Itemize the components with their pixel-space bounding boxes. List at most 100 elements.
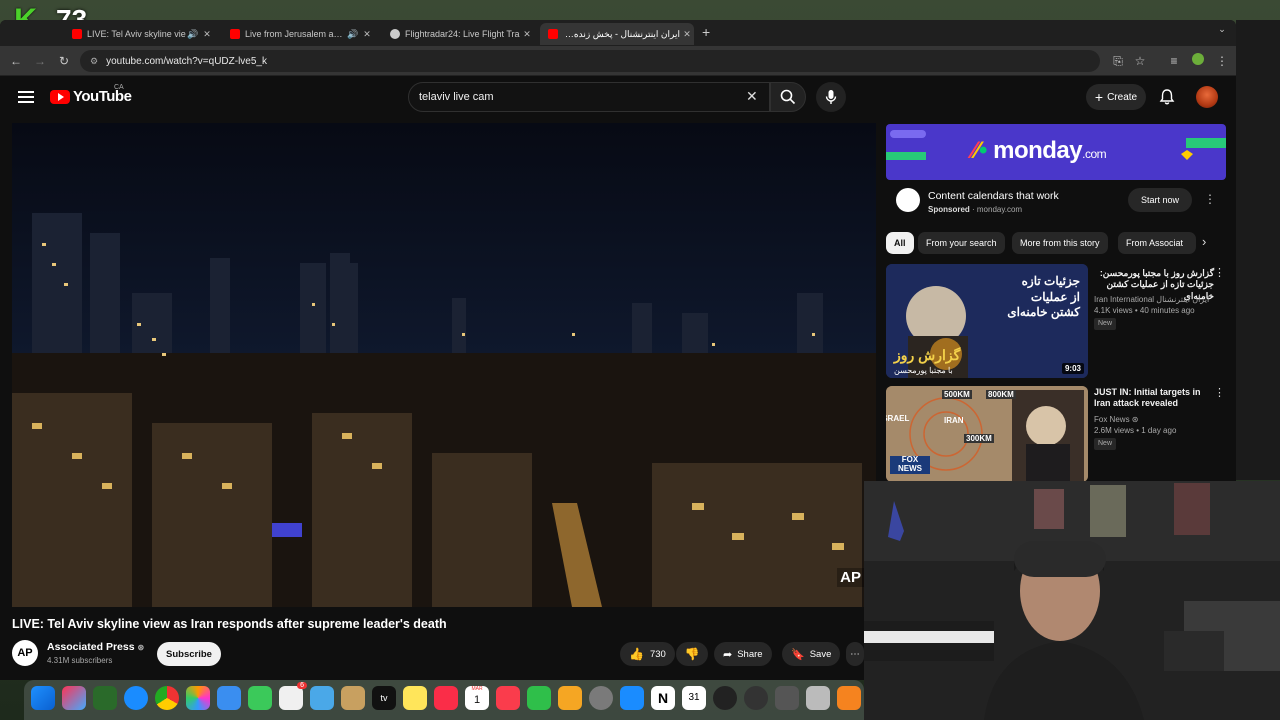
recommendation-more-icon[interactable]: ⋮ — [1214, 386, 1225, 399]
recommendation-channel[interactable]: Iran International ایران اینترنشنال — [1094, 294, 1209, 305]
ad-sponsored-label: Sponsored — [928, 205, 970, 214]
script-app-icon[interactable] — [341, 686, 365, 710]
recommendation-more-icon[interactable]: ⋮ — [1214, 266, 1225, 279]
share-button[interactable]: ➦ Share — [714, 642, 772, 666]
app-store-icon[interactable] — [620, 686, 644, 710]
notes-icon[interactable] — [403, 686, 427, 710]
share-icon: ➦ — [723, 648, 733, 661]
apple-tv-icon[interactable]: tv — [372, 686, 396, 710]
forward-icon[interactable]: → — [32, 53, 48, 69]
channel-avatar[interactable]: AP — [12, 640, 38, 666]
youtube-header: YouTube CA telaviv live cam ✕ + Create — [0, 76, 1236, 120]
recommendation-channel[interactable]: Fox News ⊛ — [1094, 414, 1176, 425]
tab-search-icon[interactable]: ⌄ — [1214, 24, 1230, 40]
speaker-icon[interactable]: 🔊 — [346, 29, 360, 40]
like-button[interactable]: 👍 730 — [620, 642, 675, 666]
recommendation-thumbnail[interactable]: جزئیات تازه از عملیات کشتن خامنه‌ای گزار… — [886, 264, 1088, 378]
recommendation-thumbnail[interactable]: 500KM 800KM IRAN 300KM ISRAEL FOX NEWS — [886, 386, 1088, 482]
search-input[interactable]: telaviv live cam — [408, 82, 770, 112]
chip-all[interactable]: All — [886, 232, 914, 254]
media-controls-icon[interactable]: ≡ — [1166, 53, 1182, 69]
thumbnail-label: 300KM — [964, 434, 994, 443]
close-tab-icon[interactable]: ✕ — [520, 29, 534, 40]
disk-utility-icon[interactable] — [806, 686, 830, 710]
chip-from-associated[interactable]: From Associat — [1118, 232, 1196, 254]
mail-icon[interactable] — [217, 686, 241, 710]
site-info-icon[interactable]: ⚙ — [90, 56, 98, 67]
reload-icon[interactable]: ↻ — [56, 53, 72, 69]
video-player[interactable]: AP — [12, 123, 876, 607]
ad-advertiser-logo[interactable] — [896, 188, 920, 212]
hamburger-menu-icon[interactable] — [18, 88, 34, 104]
channel-name[interactable]: Associated Press ⊛ — [47, 641, 144, 653]
recommendation-title[interactable]: JUST IN: Initial targets in Iran attack … — [1094, 387, 1214, 410]
notion-icon[interactable]: N — [651, 686, 675, 710]
back-icon[interactable]: ← — [8, 53, 24, 69]
clear-search-icon[interactable]: ✕ — [746, 88, 758, 105]
system-settings-icon[interactable] — [589, 686, 613, 710]
calendar-icon[interactable]: MAR 1 — [465, 686, 489, 710]
url-omnibox[interactable]: ⚙ youtube.com/watch?v=qUDZ-lve5_k — [80, 50, 1100, 72]
activity-monitor-icon[interactable] — [713, 686, 737, 710]
profile-icon[interactable] — [1192, 53, 1204, 65]
freeform-icon[interactable] — [310, 686, 334, 710]
webcam-overlay — [864, 481, 1280, 720]
new-badge: New — [1094, 318, 1117, 331]
thumbs-up-icon: 👍 — [629, 647, 644, 661]
recommendation-meta: Fox News ⊛ 2.6M views • 1 day ago New — [1094, 414, 1176, 451]
voice-search-button[interactable] — [816, 82, 846, 112]
ad-banner-image[interactable]: ⁄⁄• monday.com — [886, 124, 1226, 180]
notifications-bell-icon[interactable] — [1158, 88, 1176, 106]
youtube-favicon-icon — [548, 29, 558, 39]
tab-flightradar[interactable]: Flightradar24: Live Flight Tra ✕ — [382, 23, 534, 45]
account-avatar[interactable] — [1196, 86, 1218, 108]
ad-more-options-icon[interactable]: ⋮ — [1204, 192, 1216, 206]
safari-icon[interactable] — [124, 686, 148, 710]
tab-title: LIVE: Tel Aviv skyline vie — [87, 29, 186, 39]
browser-menu-icon[interactable]: ⋮ — [1214, 53, 1230, 69]
fox-news-logo: FOX NEWS — [890, 455, 930, 474]
create-label: Create — [1107, 91, 1138, 103]
ad-start-now-button[interactable]: Start now — [1128, 188, 1192, 212]
bookmark-star-icon[interactable]: ☆ — [1132, 53, 1148, 69]
dislike-button[interactable]: 👎 — [676, 642, 708, 666]
chrome-icon[interactable] — [155, 686, 179, 710]
photos-icon[interactable] — [186, 686, 210, 710]
garageband-icon[interactable] — [837, 686, 861, 710]
calendar-day: 1 — [473, 694, 481, 706]
finder-icon[interactable] — [31, 686, 55, 710]
more-actions-button[interactable]: ⋯ — [846, 642, 864, 666]
close-tab-icon[interactable]: ✕ — [200, 29, 214, 40]
search-button[interactable] — [770, 82, 806, 112]
numbers-icon[interactable] — [527, 686, 551, 710]
thumbnail-text-line: جزئیات تازه — [1021, 274, 1080, 288]
ad-title[interactable]: Content calendars that work — [928, 190, 1059, 202]
background-window-edge — [1236, 20, 1280, 480]
close-tab-icon[interactable]: ✕ — [680, 29, 694, 40]
chevron-right-icon[interactable]: › — [1202, 234, 1206, 249]
news-icon[interactable] — [496, 686, 520, 710]
city-skyline-night-image — [12, 123, 876, 607]
music-icon[interactable] — [434, 686, 458, 710]
tab-tel-aviv[interactable]: LIVE: Tel Aviv skyline vie 🔊 ✕ — [64, 23, 214, 45]
audio-app-icon[interactable] — [744, 686, 768, 710]
unity-icon[interactable] — [775, 686, 799, 710]
pages-icon[interactable] — [558, 686, 582, 710]
utility-app-icon[interactable] — [93, 686, 117, 710]
reminders-icon[interactable]: 6 — [279, 682, 307, 710]
launchpad-icon[interactable] — [62, 686, 86, 710]
chip-more-from-this-story[interactable]: More from this story — [1012, 232, 1108, 254]
install-app-icon[interactable]: ⎘ — [1110, 53, 1126, 69]
thumbnail-label: 800KM — [986, 390, 1016, 399]
create-button[interactable]: + Create — [1086, 84, 1146, 110]
close-tab-icon[interactable]: ✕ — [360, 29, 374, 40]
new-tab-button[interactable]: + — [702, 24, 710, 40]
notion-calendar-icon[interactable]: 31 — [682, 686, 706, 710]
speaker-icon[interactable]: 🔊 — [186, 29, 200, 40]
save-button[interactable]: 🔖 Save — [782, 642, 841, 666]
tab-iran-international[interactable]: ایران اینترنشنال - پخش زنده - ube ✕ — [540, 23, 694, 45]
facetime-icon[interactable] — [248, 686, 272, 710]
chip-from-your-search[interactable]: From your search — [918, 232, 1005, 254]
tab-jerusalem[interactable]: Live from Jerusalem as sir 🔊 ✕ — [222, 23, 374, 45]
subscribe-button[interactable]: Subscribe — [157, 642, 221, 666]
